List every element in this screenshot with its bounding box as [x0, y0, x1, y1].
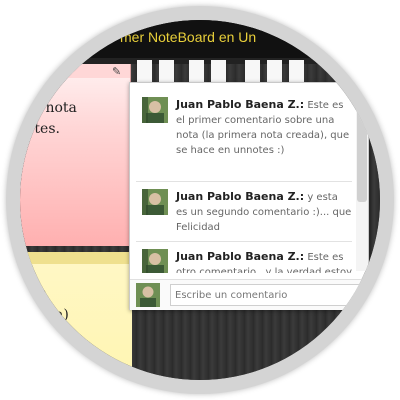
- note-header: ✎: [20, 64, 130, 78]
- note-line: uro: [22, 285, 47, 301]
- sticky-note-yellow[interactable]: uro andra): [20, 252, 132, 380]
- avatar: [142, 249, 168, 273]
- comments-scrollbar[interactable]: [356, 83, 368, 271]
- comment-author[interactable]: Juan Pablo Baena Z.:: [176, 250, 304, 263]
- comment-body: Juan Pablo Baena Z.: Este es otro coment…: [176, 249, 352, 273]
- avatar: [142, 189, 168, 215]
- note-line: ra nota: [26, 100, 77, 116]
- title-bar: mer NoteBoard en Un: [20, 20, 380, 58]
- note-text: uro andra): [22, 282, 132, 326]
- comment-body: Juan Pablo Baena Z.: y esta es un segund…: [176, 189, 352, 235]
- avatar: [142, 97, 168, 123]
- comment-divider: [136, 181, 352, 182]
- comment-divider: [136, 241, 352, 242]
- sticky-note-pink[interactable]: ✎ ra nota otes.: [20, 64, 131, 246]
- note-line: andra): [22, 307, 69, 323]
- comments-list: Juan Pablo Baena Z.: Este es el primer c…: [130, 83, 356, 273]
- scrollbar-thumb[interactable]: [357, 87, 367, 202]
- note-text: ra nota otes.: [26, 98, 126, 140]
- note-line: otes.: [26, 121, 60, 137]
- comment-composer: [130, 279, 374, 310]
- comments-panel: Juan Pablo Baena Z.: Este es el primer c…: [129, 82, 374, 310]
- note-header: [20, 252, 132, 264]
- edit-icon[interactable]: ✎: [112, 65, 121, 78]
- comment-body: Juan Pablo Baena Z.: Este es el primer c…: [176, 97, 352, 158]
- board-title: mer NoteBoard en Un: [120, 29, 257, 45]
- magnified-view: mer NoteBoard en Un ✎ ra nota otes. uro …: [20, 20, 380, 380]
- comment-author[interactable]: Juan Pablo Baena Z.:: [176, 98, 304, 111]
- comment-input[interactable]: [170, 284, 374, 306]
- zoom-callout: mer NoteBoard en Un ✎ ra nota otes. uro …: [0, 0, 400, 400]
- comment-author[interactable]: Juan Pablo Baena Z.:: [176, 190, 304, 203]
- avatar: [136, 283, 160, 307]
